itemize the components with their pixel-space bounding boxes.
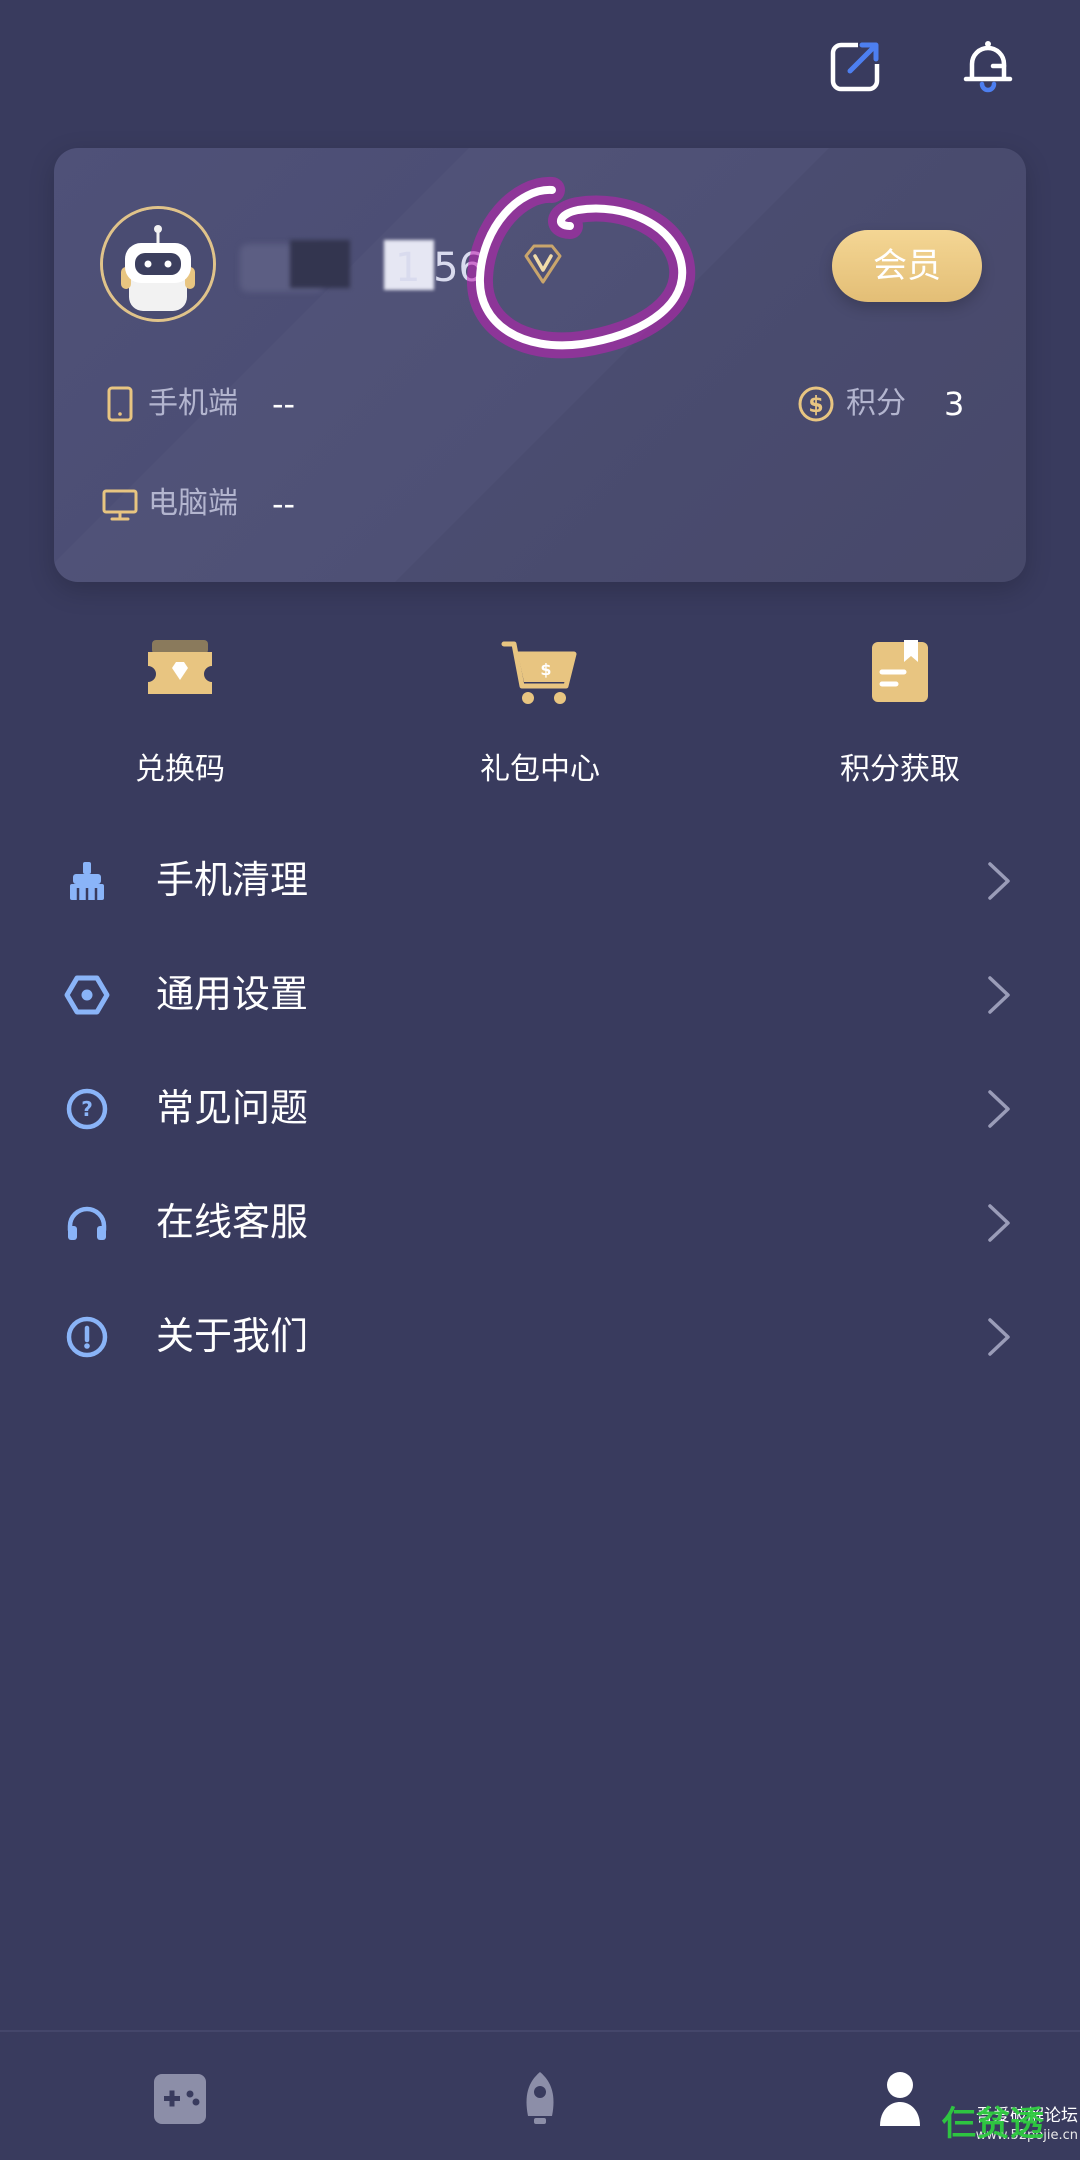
chevron-right-icon (986, 1202, 1012, 1244)
mobile-value: -- (272, 385, 296, 423)
pc-label: 电脑端 (148, 486, 238, 521)
menu-item-phone-clean[interactable]: 手机清理 (0, 830, 1080, 930)
menu-item-online-support[interactable]: 在线客服 (0, 1172, 1080, 1272)
quick-get-points[interactable]: 积分获取 (780, 630, 1020, 800)
menu-label: 关于我们 (156, 1314, 309, 1358)
quick-label: 兑换码 (135, 752, 225, 787)
settings-hex-icon (64, 972, 110, 1018)
monitor-icon (100, 484, 140, 524)
username: 1 56 (394, 245, 484, 291)
menu-label: 常见问题 (156, 1086, 309, 1130)
top-bar (0, 0, 1080, 140)
bottom-navigation (0, 2030, 1080, 2160)
quick-label: 积分获取 (840, 752, 960, 787)
svg-text:$: $ (808, 393, 823, 418)
svg-text:?: ? (81, 1097, 93, 1121)
notification-bell-icon[interactable] (958, 36, 1018, 96)
vip-diamond-icon (514, 236, 572, 294)
phone-icon (100, 384, 140, 424)
coin-icon: $ (796, 384, 836, 424)
member-button[interactable]: 会员 (832, 230, 982, 302)
broom-clean-icon (64, 858, 110, 904)
watermark: 吾爱破解论坛 www.52pojie.cn 仨贫透 (942, 2106, 1078, 2146)
quick-redeem[interactable]: 兑换码 (60, 630, 300, 800)
watermark-overlay: 仨贫透 (942, 2104, 1044, 2144)
quick-gift-center[interactable]: $ 礼包中心 (420, 630, 660, 800)
redeem-ticket-icon (138, 630, 222, 714)
share-external-icon[interactable] (826, 36, 886, 96)
points-note-icon (858, 630, 942, 714)
svg-text:$: $ (540, 660, 551, 679)
points-label: 积分 (846, 386, 906, 421)
gamepad-icon[interactable] (150, 2068, 210, 2128)
points-value: 3 (944, 385, 965, 423)
gift-cart-icon: $ (498, 630, 582, 714)
profile-card: 1 56 会员 手机端 -- 电脑端 -- $ 积分 3 (54, 148, 1026, 582)
rocket-icon[interactable] (510, 2068, 570, 2128)
chevron-right-icon (986, 1088, 1012, 1130)
menu-item-faq[interactable]: ? 常见问题 (0, 1058, 1080, 1158)
menu-item-general-settings[interactable]: 通用设置 (0, 944, 1080, 1044)
avatar[interactable] (100, 206, 216, 322)
chevron-right-icon (986, 1316, 1012, 1358)
quick-label: 礼包中心 (480, 752, 600, 787)
info-circle-icon (64, 1314, 110, 1360)
menu-label: 通用设置 (156, 972, 309, 1016)
headset-icon (64, 1200, 110, 1246)
menu-label: 在线客服 (156, 1200, 309, 1244)
chevron-right-icon (986, 974, 1012, 1016)
question-circle-icon: ? (64, 1086, 110, 1132)
chevron-right-icon (986, 860, 1012, 902)
menu-label: 手机清理 (156, 858, 309, 902)
mobile-label: 手机端 (148, 386, 238, 421)
menu-item-about-us[interactable]: 关于我们 (0, 1286, 1080, 1386)
pc-value: -- (272, 485, 296, 523)
user-icon[interactable] (870, 2068, 930, 2128)
